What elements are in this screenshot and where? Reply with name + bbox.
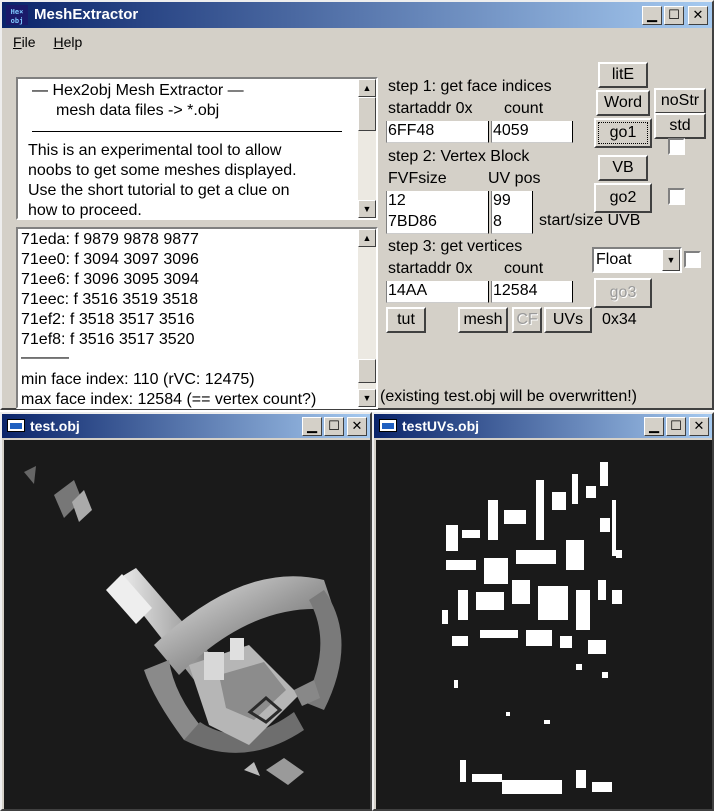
window-icon	[7, 419, 25, 432]
log-line: 71ee6: f 3096 3095 3094	[21, 271, 199, 288]
step3-count-input[interactable]: 12584	[491, 281, 573, 303]
log-line: 71ee0: f 3094 3097 3096	[21, 251, 199, 268]
mesh-button[interactable]: mesh	[458, 307, 508, 333]
step3-startaddr-input[interactable]: 14AA	[386, 281, 489, 303]
info-divider	[32, 131, 342, 132]
step1-count-input[interactable]: 4059	[491, 121, 573, 143]
lite-button[interactable]: litE	[598, 62, 648, 88]
scroll-down-arrow-icon[interactable]: ▼	[358, 200, 376, 218]
step3-title: step 3: get vertices	[386, 238, 588, 260]
close-button[interactable]: ✕	[689, 417, 709, 436]
option-checkbox-3[interactable]	[684, 251, 701, 268]
close-button[interactable]: ✕	[688, 6, 708, 25]
overwrite-warning: (existing test.obj will be overwritten!)	[378, 388, 639, 408]
startaddr-label: startaddr 0x	[388, 260, 473, 277]
scroll-up-arrow-icon[interactable]: ▲	[358, 229, 376, 247]
fvfsize-label: FVFsize	[388, 170, 447, 187]
info-line-1: This is an experimental tool to allow	[28, 142, 282, 159]
scroll-down-arrow-icon[interactable]: ▼	[358, 389, 376, 407]
svg-text:He×: He×	[11, 8, 24, 16]
uvb-label: start/size UVB	[537, 212, 643, 234]
obj-titlebar[interactable]: test.obj ▁ ☐ ✕	[2, 414, 370, 438]
nostr-button[interactable]: noStr	[654, 88, 706, 114]
step2-labels: FVFsize UV pos	[386, 170, 588, 192]
uv-window: testUVs.obj ▁ ☐ ✕	[372, 412, 714, 811]
obj-window: test.obj ▁ ☐ ✕	[0, 412, 372, 811]
log-scrollbar[interactable]: ▲ ▼	[358, 229, 376, 407]
step3-labels: startaddr 0x count	[386, 260, 588, 282]
log-max-index: max face index: 12584 (== vertex count?)	[21, 391, 317, 408]
minimize-button[interactable]: ▁	[644, 417, 664, 436]
uv-viewport[interactable]	[376, 440, 712, 809]
main-titlebar[interactable]: He× obj MeshExtractor ▁ ☐ ✕	[2, 2, 712, 28]
tut-button[interactable]: tut	[386, 307, 426, 333]
step2-title: step 2: Vertex Block	[386, 148, 588, 170]
go2-button[interactable]: go2	[594, 183, 652, 213]
cf-button[interactable]: CF	[512, 307, 542, 333]
mesh-viewport[interactable]	[4, 440, 370, 809]
std-button[interactable]: std	[654, 113, 706, 139]
uv-render	[442, 462, 622, 794]
go1-button[interactable]: go1	[594, 118, 652, 148]
window-title: MeshExtractor	[34, 6, 139, 23]
hex-readout: 0x34	[598, 311, 641, 333]
log-line: 71ef2: f 3518 3517 3516	[21, 311, 195, 328]
mesh-render	[24, 466, 342, 785]
type-select[interactable]: Float ▼	[592, 247, 682, 273]
minimize-button[interactable]: ▁	[302, 417, 322, 436]
count-label: count	[504, 260, 544, 277]
maximize-button[interactable]: ☐	[664, 6, 684, 25]
uvs-button[interactable]: UVs	[544, 307, 592, 333]
info-line-2: noobs to get some meshes displayed.	[28, 162, 297, 179]
info-scrollbar[interactable]: ▲ ▼	[358, 79, 376, 218]
count-label: count	[504, 100, 544, 117]
info-heading: — Hex2obj Mesh Extractor —	[32, 82, 244, 99]
startaddr-label: startaddr 0x	[388, 100, 473, 117]
info-line-3: Use the short tutorial to get a clue on	[28, 182, 290, 199]
main-window: He× obj MeshExtractor ▁ ☐ ✕ File Help — …	[0, 0, 714, 410]
option-checkbox-1[interactable]	[668, 138, 685, 155]
log-textbox[interactable]: 71eda: f 9879 9878 9877 71ee0: f 3094 30…	[16, 227, 378, 409]
word-button[interactable]: Word	[596, 90, 650, 116]
maximize-button[interactable]: ☐	[324, 417, 344, 436]
menu-bar: File Help	[6, 30, 89, 54]
window-icon	[379, 419, 397, 432]
uv-window-title: testUVs.obj	[402, 418, 480, 434]
app-icon: He× obj	[6, 5, 28, 25]
step1-startaddr-input[interactable]: 6FF48	[386, 121, 489, 143]
log-line: 71eda: f 9879 9878 9877	[21, 231, 199, 248]
info-line-4: how to proceed.	[28, 202, 142, 219]
uvb-start-input[interactable]: 7BD86	[386, 212, 489, 234]
scroll-thumb[interactable]	[358, 359, 376, 383]
maximize-button[interactable]: ☐	[666, 417, 686, 436]
uv-titlebar[interactable]: testUVs.obj ▁ ☐ ✕	[374, 414, 712, 438]
uvpos-input[interactable]: 99	[491, 191, 533, 213]
svg-text:obj: obj	[11, 17, 24, 25]
info-subheading: mesh data files -> *.obj	[56, 102, 220, 119]
menu-file[interactable]: File	[6, 30, 43, 54]
info-textbox[interactable]: — Hex2obj Mesh Extractor — mesh data fil…	[16, 77, 378, 220]
obj-window-title: test.obj	[30, 418, 80, 434]
option-checkbox-2[interactable]	[668, 188, 685, 205]
chevron-down-icon[interactable]: ▼	[662, 249, 680, 271]
type-select-value: Float	[596, 251, 632, 268]
log-line: 71eec: f 3516 3519 3518	[21, 291, 199, 308]
menu-help[interactable]: Help	[46, 30, 89, 54]
step1-title: step 1: get face indices	[386, 78, 588, 100]
log-min-index: min face index: 110 (rVC: 12475)	[21, 371, 255, 388]
log-separator: ———	[21, 349, 69, 366]
minimize-button[interactable]: ▁	[642, 6, 662, 25]
scroll-up-arrow-icon[interactable]: ▲	[358, 79, 376, 97]
log-line: 71ef8: f 3516 3517 3520	[21, 331, 195, 348]
scroll-thumb[interactable]	[358, 97, 376, 131]
step1-startaddr-label: startaddr 0x count	[386, 100, 588, 122]
vb-button[interactable]: VB	[598, 155, 648, 181]
fvfsize-input[interactable]: 12	[386, 191, 489, 213]
close-button[interactable]: ✕	[347, 417, 367, 436]
uvb-size-input[interactable]: 8	[491, 212, 533, 234]
go3-button[interactable]: go3	[594, 278, 652, 308]
uvpos-label: UV pos	[488, 170, 541, 187]
